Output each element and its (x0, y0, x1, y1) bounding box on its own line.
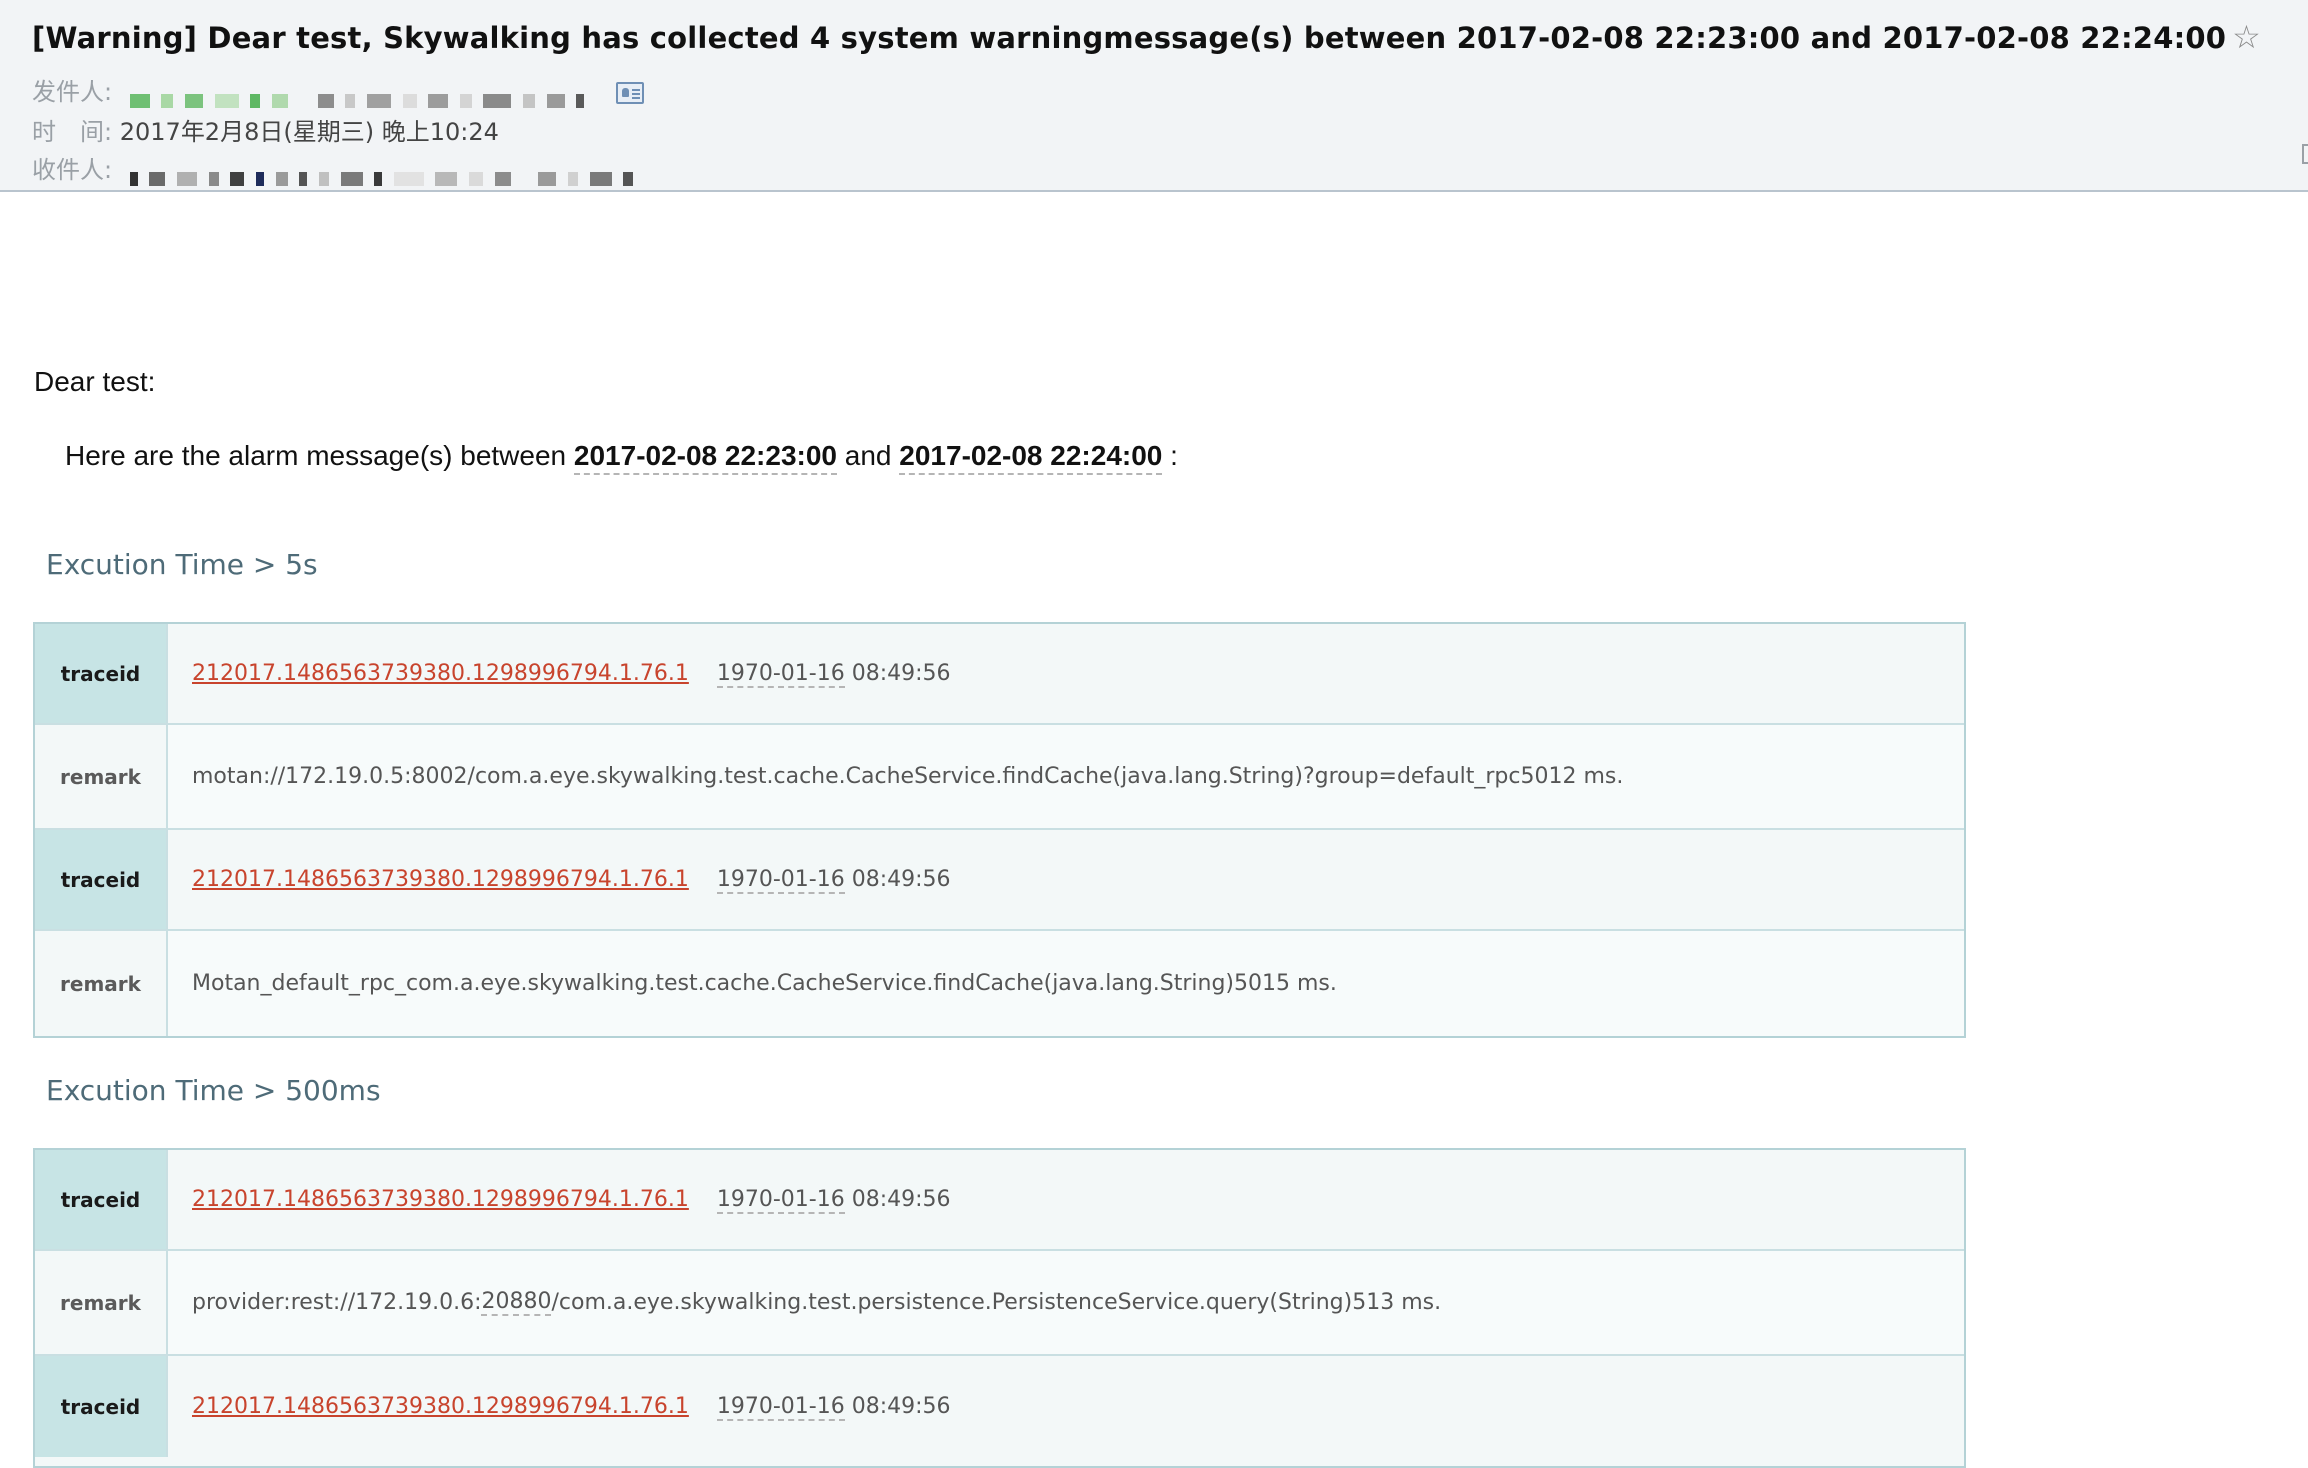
alarm-table-5s: traceid 212017.1486563739380.1298996794.… (33, 622, 1966, 1038)
trace-clock: 08:49:56 (851, 1394, 951, 1419)
alarm-table-500ms: traceid 212017.1486563739380.1298996794.… (33, 1148, 1966, 1468)
intro-suffix: : (1170, 440, 1178, 471)
star-icon[interactable]: ☆ (2232, 18, 2261, 56)
recipient-row: 收件人: (32, 150, 638, 186)
table-row: traceid 212017.1486563739380.1298996794.… (35, 1150, 1964, 1251)
trace-timestamp: 1970-01-16 08:49:56 (716, 1187, 951, 1214)
intro-end-time: 2017-02-08 22:24:00 (899, 440, 1163, 475)
table-row: remark Motan_default_rpc_com.a.eye.skywa… (35, 931, 1964, 1036)
contact-card-icon[interactable] (615, 82, 644, 104)
sender-row: 发件人: (32, 72, 644, 108)
traceid-cell: 212017.1486563739380.1298996794.1.76.1 1… (168, 624, 1964, 723)
trace-clock: 08:49:56 (851, 661, 951, 686)
remark-label: remark (35, 1251, 168, 1354)
trace-timestamp: 1970-01-16 08:49:56 (716, 867, 951, 894)
remark-label: remark (35, 725, 168, 828)
section-title-500ms: Excution Time > 500ms (46, 1074, 381, 1107)
intro-prefix: Here are the alarm message(s) between (65, 440, 567, 471)
remark-text: motan://172.19.0.5:8002/com.a.eye.skywal… (192, 764, 1624, 789)
recipient-redacted (129, 164, 638, 186)
traceid-link[interactable]: 212017.1486563739380.1298996794.1.76.1 (192, 1187, 689, 1212)
trace-date: 1970-01-16 (716, 1394, 845, 1421)
remark-port: 20880 (481, 1289, 552, 1316)
remark-cell: motan://172.19.0.5:8002/com.a.eye.skywal… (168, 725, 1964, 828)
recipient-label: 收件人: (32, 156, 113, 184)
remark-text-end: /com.a.eye.skywalking.test.persistence.P… (551, 1290, 1442, 1315)
table-row: traceid 212017.1486563739380.1298996794.… (35, 830, 1964, 931)
traceid-label: traceid (35, 1356, 168, 1457)
greeting: Dear test: (34, 366, 156, 397)
time-value: 2017年2月8日(星期三) 晚上10:24 (119, 118, 499, 146)
time-label: 时 间: (32, 118, 113, 146)
intro-start-time: 2017-02-08 22:23:00 (573, 440, 837, 475)
sender-redacted (129, 86, 589, 108)
remark-label: remark (35, 931, 168, 1036)
table-row: remark provider:rest://172.19.0.6: 20880/… (35, 1251, 1964, 1356)
trace-date: 1970-01-16 (716, 867, 845, 894)
trace-clock: 08:49:56 (851, 1187, 951, 1212)
traceid-link[interactable]: 212017.1486563739380.1298996794.1.76.1 (192, 661, 689, 686)
traceid-label: traceid (35, 1150, 168, 1249)
trace-timestamp: 1970-01-16 08:49:56 (716, 661, 951, 688)
intro-text: Here are the alarm message(s) between 20… (65, 440, 1178, 475)
traceid-label: traceid (35, 830, 168, 929)
time-row: 时 间: 2017年2月8日(星期三) 晚上10:24 (32, 112, 499, 147)
expand-edge-icon[interactable] (2302, 144, 2308, 164)
traceid-cell: 212017.1486563739380.1298996794.1.76.1 1… (168, 1356, 1964, 1457)
trace-date: 1970-01-16 (716, 661, 845, 688)
section-title-5s: Excution Time > 5s (46, 548, 318, 581)
table-row: traceid 212017.1486563739380.1298996794.… (35, 624, 1964, 725)
traceid-link[interactable]: 212017.1486563739380.1298996794.1.76.1 (192, 867, 689, 892)
traceid-label: traceid (35, 624, 168, 723)
mail-header: [Warning] Dear test, Skywalking has coll… (0, 0, 2308, 192)
trace-timestamp: 1970-01-16 08:49:56 (716, 1394, 951, 1421)
mail-subject: [Warning] Dear test, Skywalking has coll… (32, 18, 2261, 56)
remark-cell: Motan_default_rpc_com.a.eye.skywalking.t… (168, 931, 1964, 1036)
intro-and: and (844, 440, 892, 471)
table-row: traceid 212017.1486563739380.1298996794.… (35, 1356, 1964, 1457)
remark-text: Motan_default_rpc_com.a.eye.skywalking.t… (192, 971, 1337, 996)
mail-subject-text: [Warning] Dear test, Skywalking has coll… (32, 21, 2227, 55)
remark-cell: provider:rest://172.19.0.6: 20880/com.a.e… (168, 1251, 1964, 1354)
trace-clock: 08:49:56 (851, 867, 951, 892)
table-row: remark motan://172.19.0.5:8002/com.a.eye… (35, 725, 1964, 830)
traceid-cell: 212017.1486563739380.1298996794.1.76.1 1… (168, 830, 1964, 929)
trace-date: 1970-01-16 (716, 1187, 845, 1214)
traceid-cell: 212017.1486563739380.1298996794.1.76.1 1… (168, 1150, 1964, 1249)
traceid-link[interactable]: 212017.1486563739380.1298996794.1.76.1 (192, 1394, 689, 1419)
sender-label: 发件人: (32, 78, 113, 106)
remark-text-start: provider:rest://172.19.0.6: (192, 1290, 482, 1315)
